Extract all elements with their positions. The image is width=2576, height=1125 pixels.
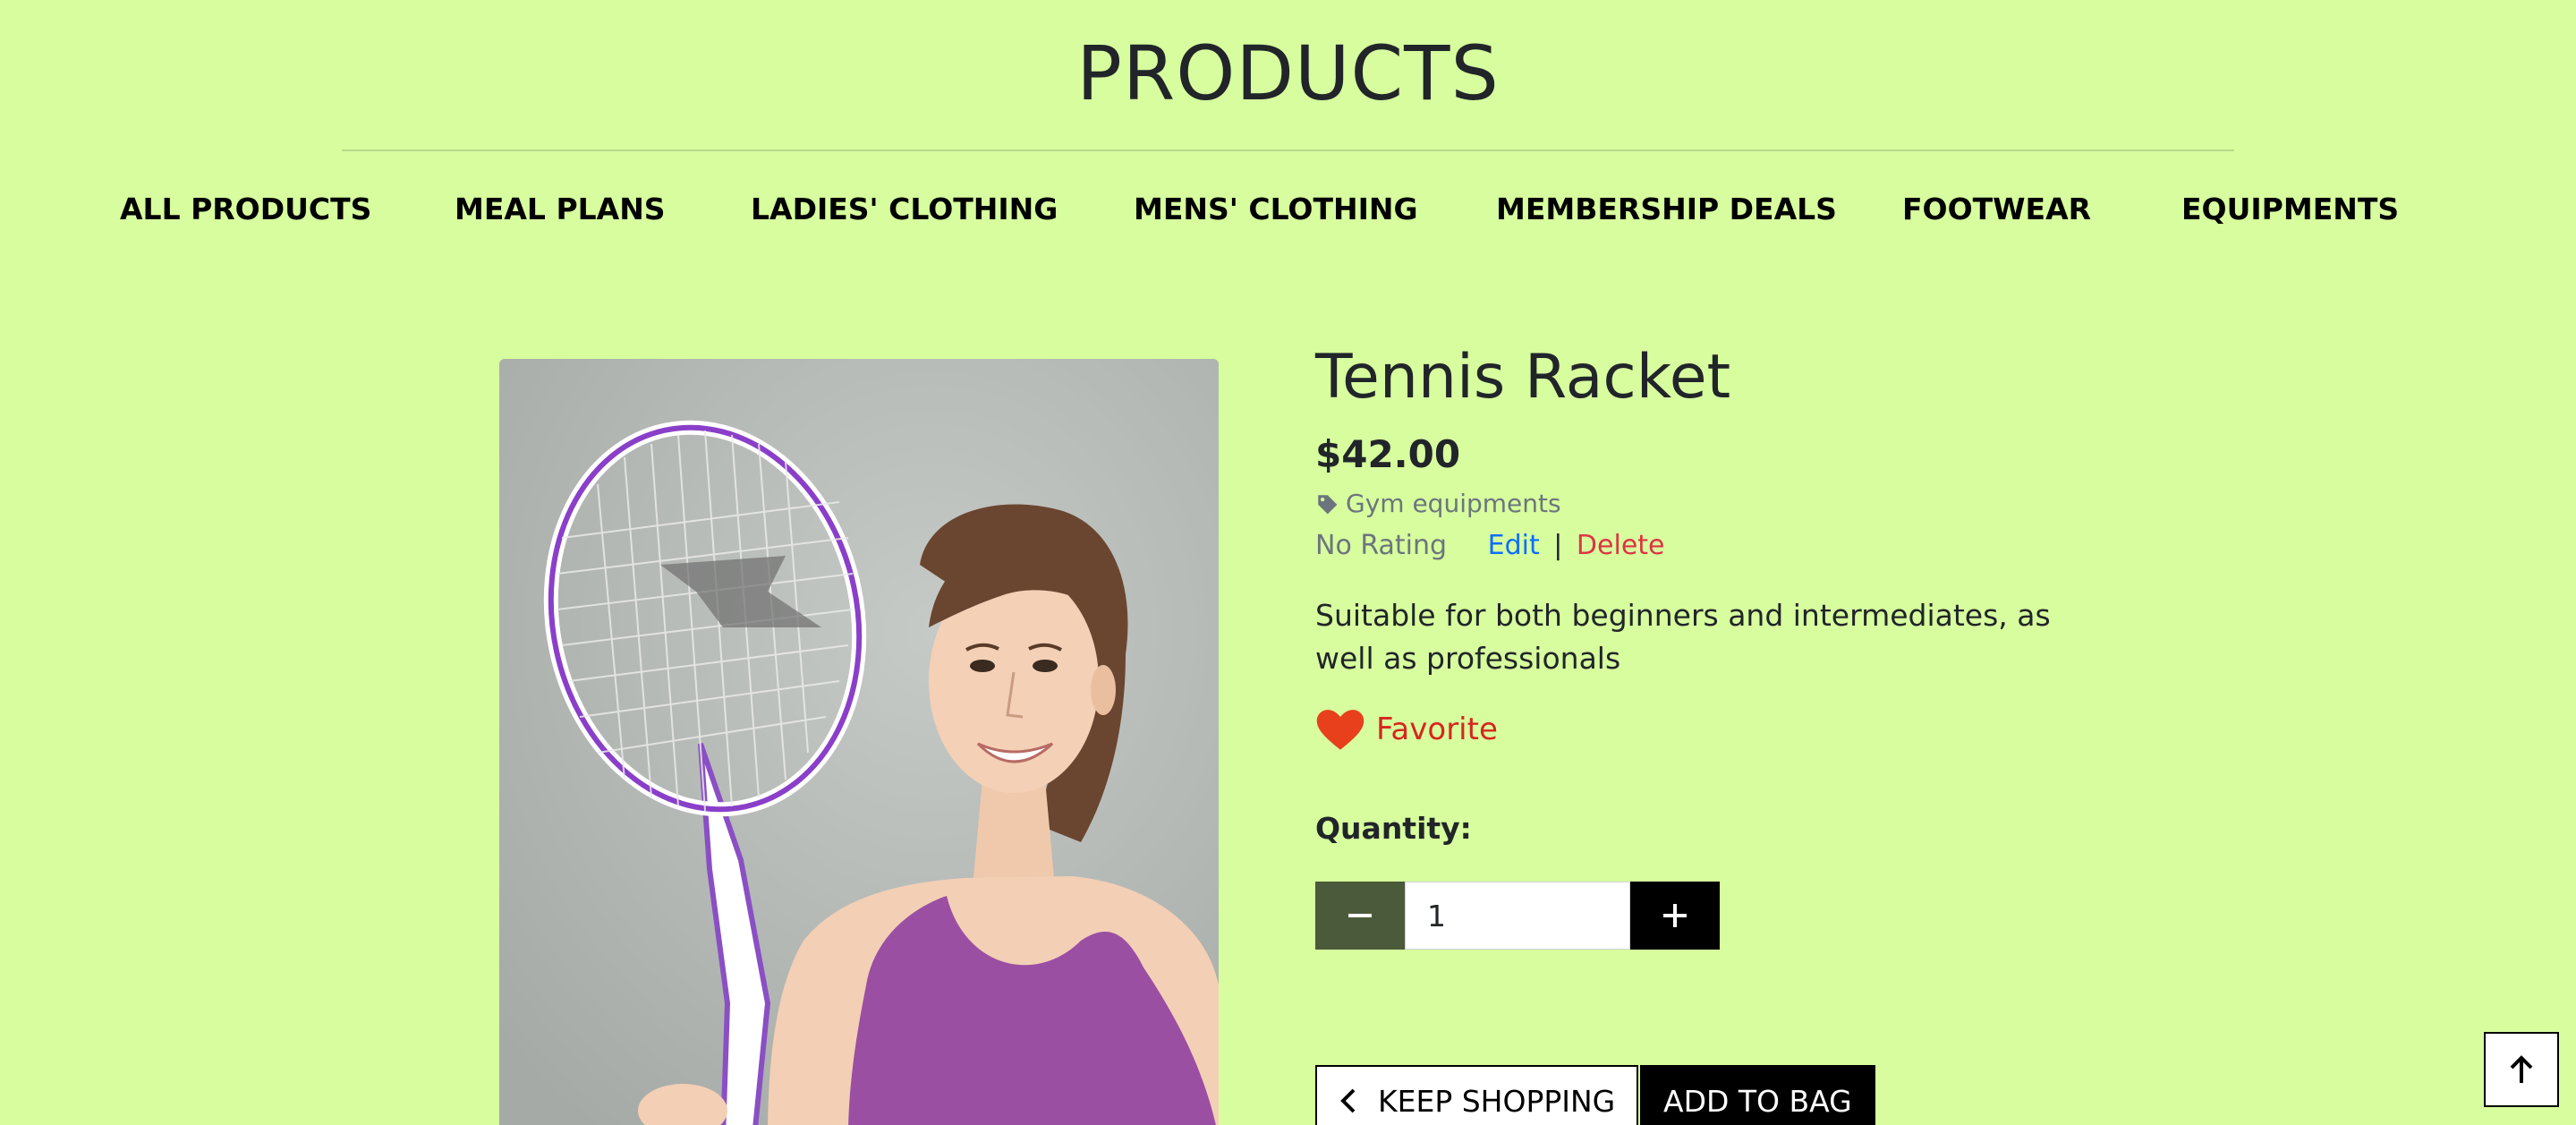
nav-item-footwear[interactable]: FOOTWEAR — [1902, 188, 2091, 231]
title-divider — [342, 149, 2234, 151]
add-to-bag-label: ADD TO BAG — [1663, 1083, 1852, 1119]
rating-text: No Rating — [1315, 530, 1448, 561]
nav-item-all-products[interactable]: ALL PRODUCTS — [120, 188, 371, 231]
category-label: Gym equipments — [1346, 489, 1561, 518]
decrement-button[interactable] — [1315, 882, 1405, 950]
product-category[interactable]: Gym equipments — [1315, 489, 1561, 518]
product-detail-page: PRODUCTS ALL PRODUCTS MEAL PLANS LADIES'… — [0, 0, 2576, 1125]
keep-shopping-button[interactable]: KEEP SHOPPING — [1315, 1065, 1639, 1125]
delete-link[interactable]: Delete — [1577, 530, 1665, 561]
favorite-label: Favorite — [1376, 712, 1498, 747]
quantity-label: Quantity: — [1315, 811, 1472, 846]
nav-item-meal-plans[interactable]: MEAL PLANS — [455, 188, 666, 231]
quantity-input[interactable] — [1405, 882, 1630, 950]
nav-item-ladies-clothing[interactable]: LADIES' CLOTHING — [751, 188, 1058, 231]
increment-button[interactable] — [1630, 882, 1720, 950]
page-title: PRODUCTS — [1076, 30, 1500, 117]
plus-icon — [1662, 903, 1688, 928]
minus-icon — [1348, 903, 1373, 928]
product-name: Tennis Racket — [1315, 342, 1731, 413]
nav-item-membership-deals[interactable]: MEMBERSHIP DEALS — [1496, 188, 1837, 231]
add-to-bag-button[interactable]: ADD TO BAG — [1640, 1065, 1875, 1125]
favorite-button[interactable]: Favorite — [1315, 707, 1498, 752]
quantity-stepper — [1315, 882, 1720, 950]
product-price: $42.00 — [1315, 432, 1461, 476]
rating-row: No Rating Edit | Delete — [1315, 530, 1665, 561]
arrow-up-icon — [2507, 1054, 2536, 1085]
nav-item-equipments[interactable]: EQUIPMENTS — [2181, 188, 2399, 231]
heart-icon — [1315, 707, 1365, 752]
back-to-top-button[interactable] — [2484, 1032, 2559, 1107]
product-image — [499, 359, 1219, 1125]
edit-link[interactable]: Edit — [1488, 530, 1540, 561]
category-nav: ALL PRODUCTS MEAL PLANS LADIES' CLOTHING… — [0, 188, 2576, 231]
nav-item-mens-clothing[interactable]: MENS' CLOTHING — [1134, 188, 1418, 231]
product-photo — [499, 359, 1219, 1125]
tag-icon — [1315, 492, 1339, 516]
separator: | — [1553, 530, 1563, 561]
product-description: Suitable for both beginners and intermed… — [1315, 598, 2051, 676]
keep-shopping-label: KEEP SHOPPING — [1378, 1083, 1616, 1119]
chevron-left-icon — [1339, 1087, 1358, 1114]
